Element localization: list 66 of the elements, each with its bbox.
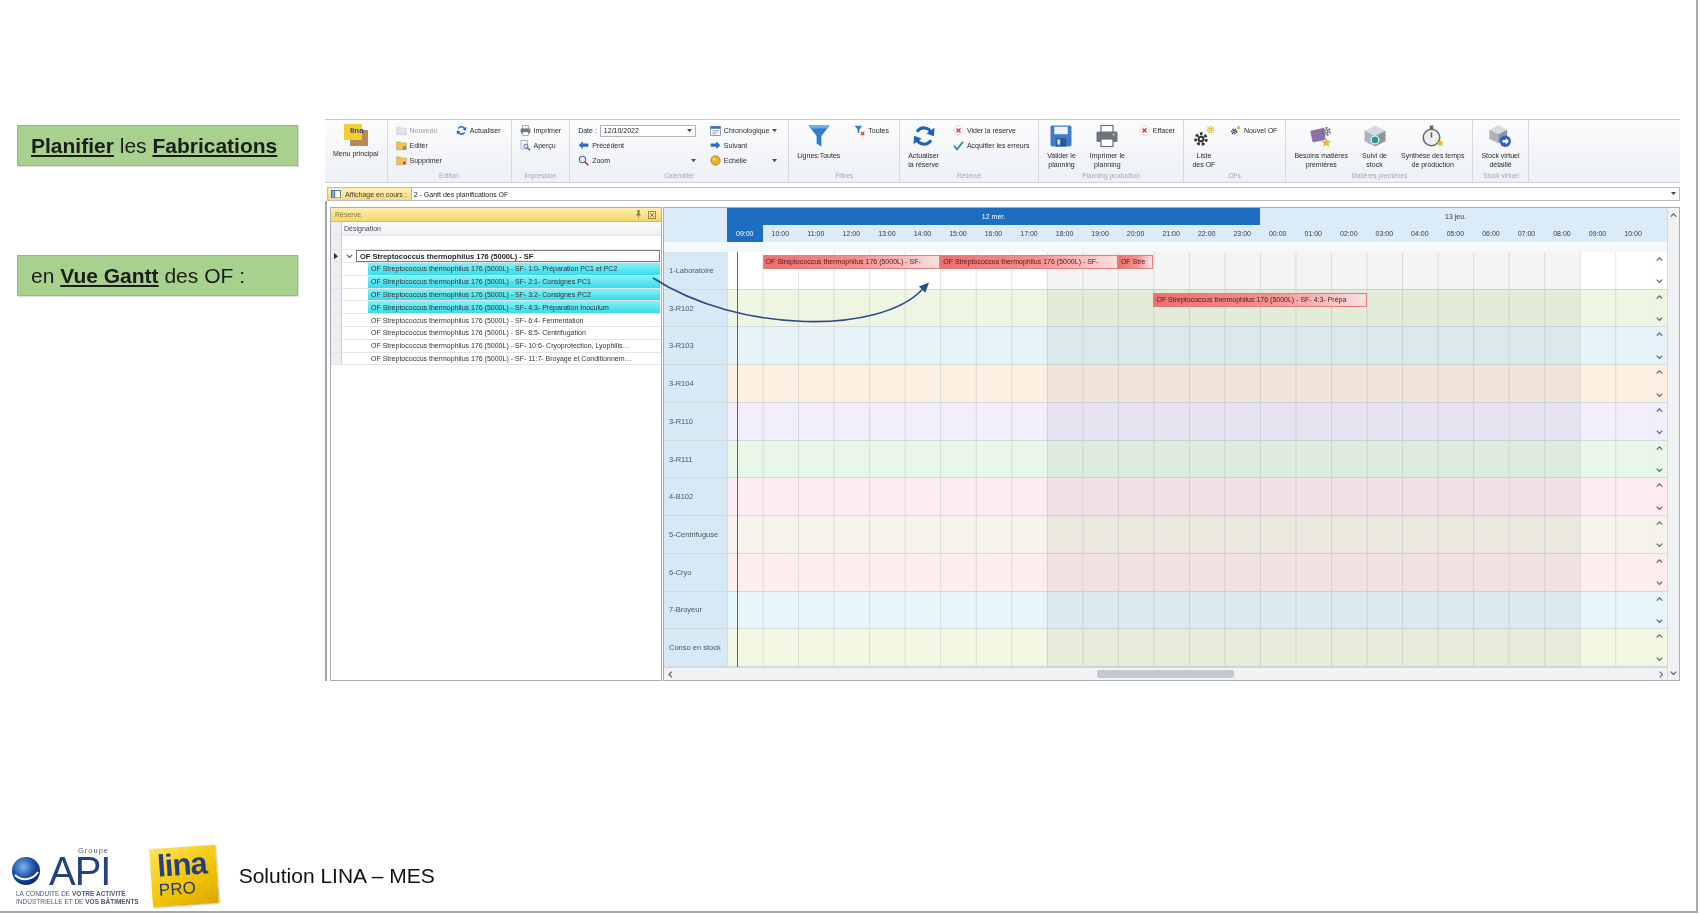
chevron-down-icon[interactable]: [1655, 505, 1663, 511]
chevron-up-icon[interactable]: [1655, 332, 1663, 337]
sphere-icon: [12, 857, 40, 885]
check-icon: [952, 140, 964, 151]
chevron-down-icon[interactable]: [1655, 618, 1663, 624]
chevron-up-icon[interactable]: [1655, 596, 1663, 601]
x-circle-icon: [1138, 125, 1150, 136]
funnel-cross-icon: [854, 125, 866, 136]
filter-icon: [806, 124, 831, 148]
logo-wordmark: API: [49, 855, 111, 887]
stopwatch-icon: [1420, 124, 1445, 148]
printer-icon: [1095, 124, 1120, 148]
caret-icon: [772, 128, 778, 133]
gear-star-icon: [1309, 124, 1334, 148]
arrow-left-icon: [578, 141, 590, 150]
document-search-icon: [519, 140, 531, 151]
chevron-down-icon[interactable]: [1655, 392, 1663, 397]
chevron-up-icon[interactable]: [1670, 213, 1677, 218]
refresh-icon: [911, 124, 936, 148]
chevron-down-icon[interactable]: [1670, 670, 1677, 675]
chevron-down-icon[interactable]: [345, 253, 353, 259]
slide-heading: en Vue Gantt des OF :: [17, 255, 298, 296]
pin-icon[interactable]: [635, 210, 642, 219]
chevron-up-icon[interactable]: [1655, 294, 1663, 300]
chevron-down-icon[interactable]: [1655, 543, 1663, 548]
search-icon: [578, 155, 590, 166]
chevron-up-icon[interactable]: [1655, 483, 1663, 488]
caret-icon: [686, 128, 692, 133]
chevron-down-icon[interactable]: [1655, 468, 1663, 473]
close-icon[interactable]: [648, 210, 656, 219]
row-pointer-icon: [334, 252, 338, 260]
chevron-down-icon[interactable]: [1655, 581, 1663, 586]
scrollbar-thumb[interactable]: [1097, 670, 1234, 678]
caret-icon: [1671, 192, 1676, 196]
save-icon: [1049, 124, 1074, 148]
refresh-icon: [455, 125, 467, 136]
window-icon: [331, 189, 341, 199]
chevron-down-icon[interactable]: [1655, 279, 1663, 284]
arrow-right-icon: [709, 141, 721, 150]
footer-caption: Solution LINA – MES: [238, 864, 435, 888]
caret-icon: [772, 158, 778, 163]
chevron-up-icon[interactable]: [1655, 370, 1663, 375]
folder-gear-icon: [395, 140, 407, 151]
chevron-up-icon[interactable]: [1655, 634, 1663, 639]
disc-icon: [709, 155, 721, 166]
slide-heading: Planifier les Fabrications: [17, 125, 298, 166]
x-circle-icon: [952, 125, 964, 136]
chevron-down-icon[interactable]: [1655, 430, 1663, 435]
chevron-right-icon[interactable]: [1658, 670, 1663, 678]
folder-icon: [395, 125, 407, 136]
chevron-up-icon[interactable]: [1655, 445, 1663, 451]
chevron-down-icon[interactable]: [1655, 354, 1663, 360]
cube-arrow-icon: [1488, 124, 1513, 148]
cube-icon: [1362, 124, 1387, 148]
gear-icon: [1229, 125, 1241, 136]
calendar-icon: [709, 125, 721, 136]
printer-icon: [519, 125, 531, 136]
gears-icon: [1191, 124, 1216, 148]
caret-icon: [690, 158, 696, 163]
chevron-down-icon[interactable]: [1655, 317, 1663, 322]
chevron-left-icon[interactable]: [668, 670, 673, 678]
chevron-up-icon[interactable]: [1655, 521, 1663, 526]
logo-badge: lina: [343, 124, 368, 146]
chevron-up-icon[interactable]: [1655, 407, 1663, 413]
chevron-up-icon[interactable]: [1655, 257, 1663, 262]
chevron-up-icon[interactable]: [1655, 558, 1663, 564]
